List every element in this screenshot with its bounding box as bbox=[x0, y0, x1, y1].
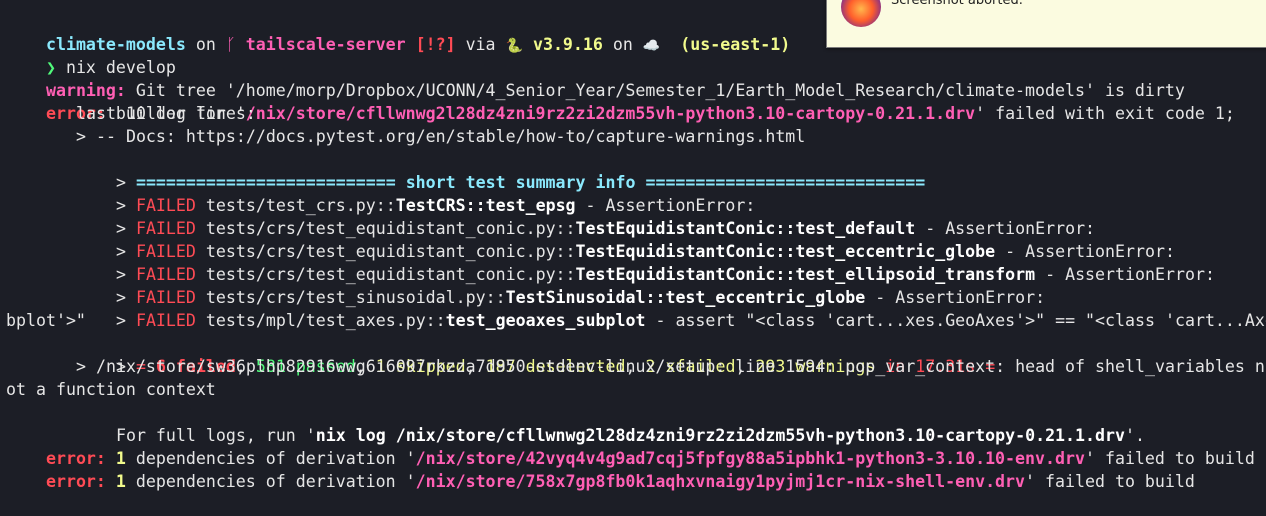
log-header: last 10 log lines: bbox=[76, 104, 256, 123]
command-line[interactable]: ❯ nix develop bbox=[6, 33, 176, 77]
failed-test-line: > FAILED tests/mpl/test_axes.py::test_ge… bbox=[76, 286, 1266, 330]
prompt-text: on bbox=[185, 35, 226, 54]
prompt-git-status: [!?] bbox=[405, 35, 456, 54]
full-logs-line: For full logs, run 'nix log /nix/store/c… bbox=[76, 401, 1145, 445]
test-results-line: > = 6 failed, 581 passed, 1 skipped, 187… bbox=[76, 332, 995, 376]
test-path: tests/mpl/test_axes.py:: bbox=[195, 311, 446, 330]
log-line: > /nix/store/sw36plhp82916wwg6i6097rkzza… bbox=[76, 357, 1265, 376]
error-line: error: 1 dependencies of derivation '/ni… bbox=[6, 447, 1195, 491]
test-error: - AssertionError: bbox=[1035, 265, 1215, 284]
failed-test-line: > FAILED tests/crs/test_equidistant_coni… bbox=[76, 217, 1175, 261]
python-icon: 🐍 bbox=[505, 38, 523, 54]
prompt-text: on bbox=[602, 35, 643, 54]
prompt-text: via bbox=[455, 35, 506, 54]
screenshot-notification[interactable]: Screenshot aborted. bbox=[826, 0, 1266, 48]
log-line: > -- Docs: https://docs.pytest.org/en/st… bbox=[76, 127, 806, 146]
error-line: error: 1 dependencies of derivation '/ni… bbox=[6, 424, 1255, 468]
failed-test-line: > FAILED tests/crs/test_equidistant_coni… bbox=[76, 194, 1095, 238]
error-text: ' failed with exit code 1; bbox=[975, 104, 1235, 123]
git-branch-icon: ᚴ bbox=[225, 35, 236, 54]
failed-test-line: > FAILED tests/test_crs.py::TestCRS::tes… bbox=[76, 171, 755, 215]
prompt-aws-region: (us-east-1) bbox=[660, 35, 791, 54]
cloud-icon: ☁️ bbox=[642, 38, 661, 54]
flame-app-icon bbox=[841, 0, 881, 27]
error-line: error: builder for '/nix/store/cfllwnwg2… bbox=[6, 79, 1235, 123]
notification-text: Screenshot aborted. bbox=[891, 0, 1023, 8]
test-name: test_geoaxes_subplot bbox=[445, 311, 646, 330]
log-line: > ========================== short test … bbox=[76, 148, 925, 192]
prompt-git-branch: tailscale-server bbox=[235, 35, 406, 54]
error-tag: error: bbox=[45, 472, 106, 491]
error-derivation-path: /nix/store/cfllwnwg2l28dz4zni9rz2zi2dzm5… bbox=[245, 104, 976, 123]
warning-line: warning: Git tree '/home/morp/Dropbox/UC… bbox=[6, 56, 1185, 100]
failed-test-line: > FAILED tests/crs/test_sinusoidal.py::T… bbox=[76, 263, 1045, 307]
error-text: dependencies of derivation ' bbox=[125, 472, 416, 491]
test-error: - assert "<class 'cart...xes.GeoAxes'>" … bbox=[645, 311, 1266, 330]
log-prefix: > bbox=[115, 311, 136, 330]
failed-label: FAILED bbox=[135, 311, 196, 330]
terminal-window[interactable]: climate-models on ᚴ tailscale-server [!?… bbox=[0, 0, 1266, 491]
dependency-count: 1 bbox=[105, 472, 126, 491]
error-derivation-path: /nix/store/758x7gp8fb0k1aqhxvnaigy1pyjmj… bbox=[415, 472, 1026, 491]
error-text: ' failed to build bbox=[1025, 472, 1195, 491]
shell-prompt: climate-models on ᚴ tailscale-server [!?… bbox=[6, 10, 790, 54]
failed-test-line: > FAILED tests/crs/test_equidistant_coni… bbox=[76, 240, 1215, 284]
wrapped-line: ot a function context bbox=[6, 380, 216, 399]
prompt-python-version: v3.9.16 bbox=[522, 35, 603, 54]
wrapped-line: bplot'>" bbox=[6, 311, 86, 330]
